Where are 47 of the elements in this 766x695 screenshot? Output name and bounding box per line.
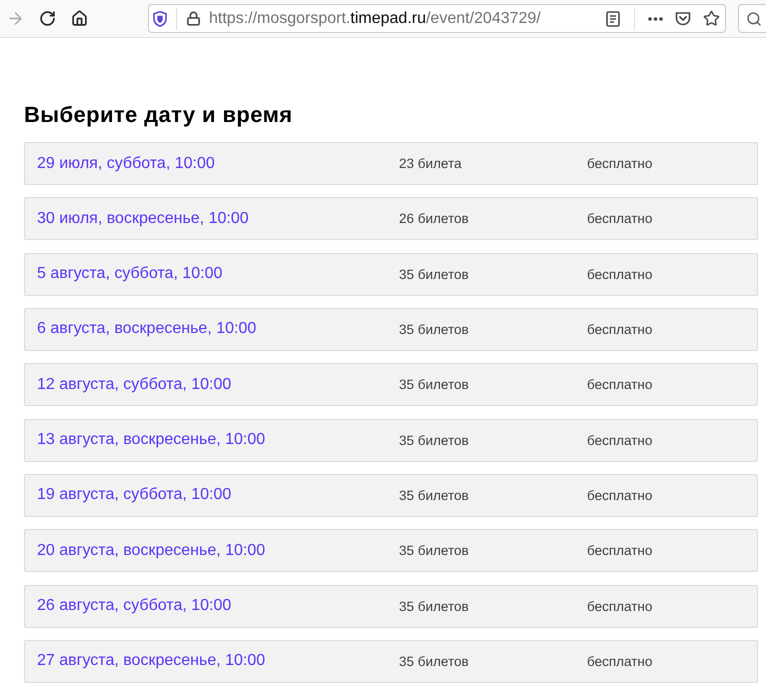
tickets-count: 35 билетов bbox=[399, 322, 469, 337]
bookmark-button[interactable] bbox=[703, 10, 720, 27]
tickets-count: 35 билетов bbox=[399, 598, 469, 614]
shield-icon bbox=[153, 10, 167, 26]
session-date-link[interactable]: 19 августа, суббота, 10:00 bbox=[37, 486, 232, 504]
pocket-button[interactable] bbox=[675, 11, 691, 26]
session-date-link[interactable]: 26 августа, суббота, 10:00 bbox=[37, 597, 232, 616]
price-text: бесплатно bbox=[587, 488, 652, 503]
price-text: бесплатно bbox=[587, 543, 652, 558]
price-text: бесплатно bbox=[587, 322, 652, 337]
pocket-icon bbox=[675, 11, 691, 26]
price-text: бесплатно bbox=[587, 598, 652, 614]
search-field[interactable] bbox=[738, 4, 766, 33]
price-text: бесплатно bbox=[587, 211, 652, 226]
star-icon bbox=[703, 10, 720, 27]
tickets-count: 26 билетов bbox=[399, 211, 469, 226]
session-date-link[interactable]: 27 августа, воскресенье, 10:00 bbox=[37, 652, 266, 670]
price-text: бесплатно bbox=[587, 156, 652, 171]
session-date-link[interactable]: 13 августа, воскресенье, 10:00 bbox=[37, 431, 266, 450]
lock-icon bbox=[186, 11, 201, 26]
session-date-link[interactable]: 29 июля, суббота, 10:00 bbox=[37, 154, 215, 172]
address-bar[interactable]: https://mosgorsport.timepad.ru/event/2043729/ bbox=[148, 4, 726, 33]
more-icon bbox=[648, 16, 663, 20]
more-button[interactable] bbox=[648, 16, 663, 20]
price-text: бесплатно bbox=[587, 654, 652, 669]
search-icon bbox=[746, 10, 762, 26]
reader-view-button[interactable] bbox=[606, 10, 620, 26]
tickets-count: 35 билетов bbox=[399, 654, 469, 669]
document-icon bbox=[606, 10, 620, 26]
session-date-link[interactable]: 6 августа, воскресенье, 10:00 bbox=[37, 320, 256, 338]
url-text: https://mosgorsport.timepad.ru/event/2043729/ bbox=[209, 10, 542, 28]
session-date-link[interactable]: 12 августа, суббота, 10:00 bbox=[37, 376, 232, 394]
tickets-count: 35 билетов bbox=[399, 488, 469, 503]
home-icon bbox=[71, 10, 88, 27]
tickets-count: 23 билета bbox=[399, 156, 462, 171]
session-date-link[interactable]: 5 августа, суббота, 10:00 bbox=[37, 265, 222, 284]
tickets-count: 35 билетов bbox=[399, 377, 469, 392]
page-title: Выберите дату и время bbox=[24, 102, 294, 128]
tickets-count: 35 билетов bbox=[399, 543, 469, 558]
reload-icon bbox=[39, 10, 56, 27]
price-text: бесплатно bbox=[587, 432, 652, 448]
session-date-link[interactable]: 30 июля, воскресенье, 10:00 bbox=[37, 210, 249, 228]
tickets-count: 35 билетов bbox=[399, 266, 469, 282]
price-text: бесплатно bbox=[587, 377, 652, 392]
session-date-link[interactable]: 20 августа, воскресенье, 10:00 bbox=[37, 542, 266, 560]
tickets-count: 35 билетов bbox=[399, 432, 469, 448]
price-text: бесплатно bbox=[587, 266, 652, 282]
